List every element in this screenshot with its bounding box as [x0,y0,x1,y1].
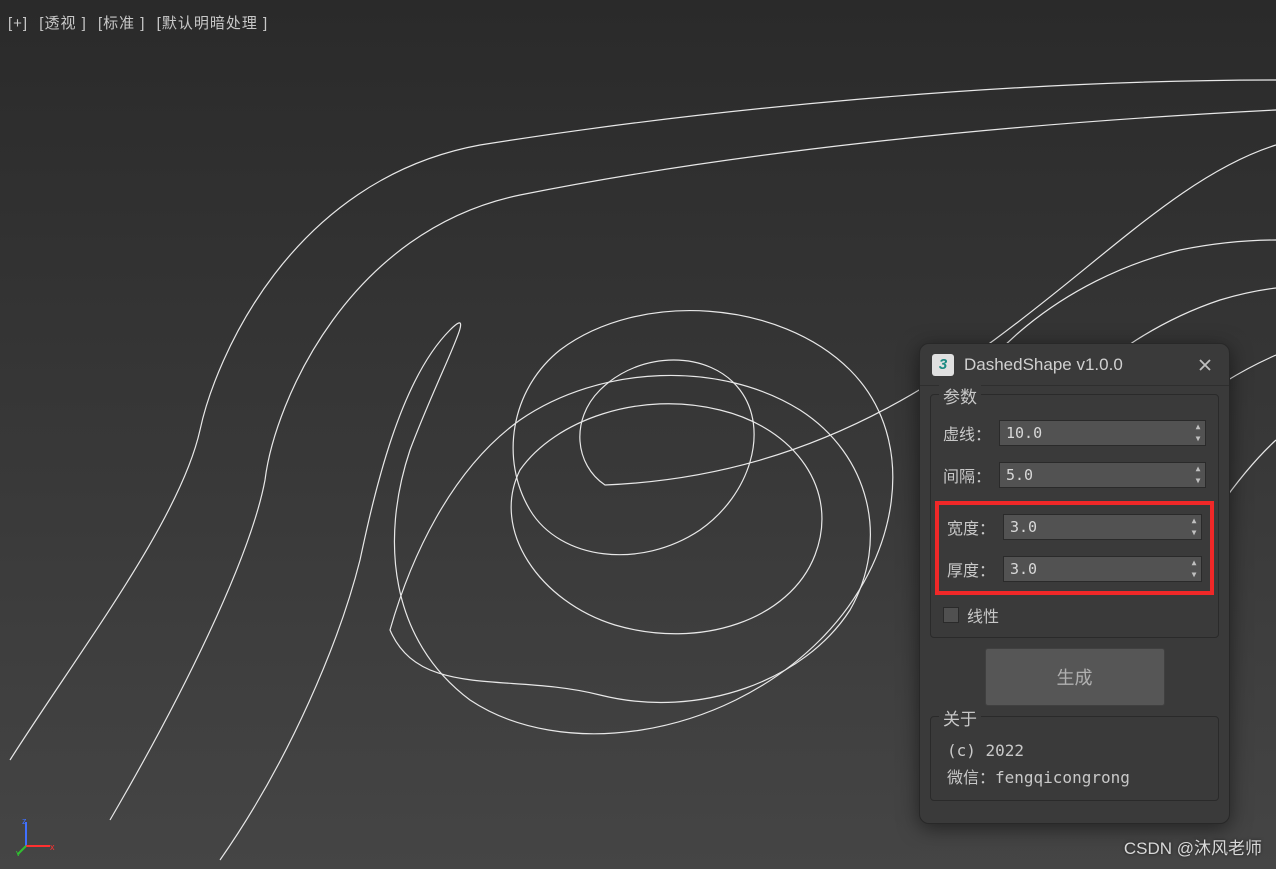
param-row-gap: 间隔： 5.0 ▲ ▼ [943,459,1206,491]
watermark: CSDN @沐风老师 [1124,834,1262,859]
gap-spinner-down[interactable]: ▼ [1191,475,1205,487]
width-spinner[interactable]: 3.0 ▲ ▼ [1003,514,1202,540]
width-spinner-up[interactable]: ▲ [1187,515,1201,527]
params-group: 参数 虚线： 10.0 ▲ ▼ 间隔： 5.0 ▲ ▼ [930,394,1219,638]
close-button[interactable] [1193,353,1217,377]
dialog-titlebar[interactable]: 3 DashedShape v1.0.0 [920,344,1229,386]
thickness-spinner-down[interactable]: ▼ [1187,569,1201,581]
dash-label: 虚线： [943,421,999,445]
dashedshape-dialog: 3 DashedShape v1.0.0 参数 虚线： 10.0 ▲ ▼ 间隔： [919,343,1230,824]
highlight-box: 宽度： 3.0 ▲ ▼ 厚度： 3.0 ▲ [935,501,1214,595]
thickness-spinner-up[interactable]: ▲ [1187,557,1201,569]
svg-text:z: z [22,816,27,826]
thickness-value[interactable]: 3.0 [1004,560,1187,578]
generate-button[interactable]: 生成 [985,648,1165,706]
linear-checkbox[interactable] [943,607,959,623]
dash-spinner-down[interactable]: ▼ [1191,433,1205,445]
svg-text:x: x [50,842,55,852]
app-icon: 3 [932,354,954,376]
about-copyright: (c) 2022 [943,739,1206,762]
linear-checkbox-row[interactable]: 线性 [943,603,1206,627]
viewport-maximize-toggle[interactable]: [+] [8,15,28,32]
param-row-thickness: 厚度： 3.0 ▲ ▼ [947,553,1202,585]
params-group-label: 参数 [939,383,981,408]
width-value[interactable]: 3.0 [1004,518,1187,536]
param-row-width: 宽度： 3.0 ▲ ▼ [947,511,1202,543]
dash-spinner-up[interactable]: ▲ [1191,421,1205,433]
dash-spinner[interactable]: 10.0 ▲ ▼ [999,420,1206,446]
thickness-label: 厚度： [947,557,1003,581]
width-spinner-down[interactable]: ▼ [1187,527,1201,539]
dash-value[interactable]: 10.0 [1000,424,1191,442]
close-icon [1198,358,1212,372]
viewport-view-menu[interactable]: [透视 ] [39,15,87,32]
viewport-lighting-menu[interactable]: [默认明暗处理 ] [157,15,269,32]
viewport-labels: [+] [透视 ] [标准 ] [默认明暗处理 ] [8,12,274,33]
about-wechat: 微信：fengqicongrong [943,762,1206,790]
linear-label: 线性 [967,603,999,627]
gap-value[interactable]: 5.0 [1000,466,1191,484]
axis-gizmo: z x y [16,816,56,856]
gap-spinner-up[interactable]: ▲ [1191,463,1205,475]
viewport-shading-menu[interactable]: [标准 ] [98,15,146,32]
width-label: 宽度： [947,515,1003,539]
param-row-dash: 虚线： 10.0 ▲ ▼ [943,417,1206,449]
svg-text:y: y [16,848,21,856]
gap-label: 间隔： [943,463,999,487]
thickness-spinner[interactable]: 3.0 ▲ ▼ [1003,556,1202,582]
gap-spinner[interactable]: 5.0 ▲ ▼ [999,462,1206,488]
about-group-label: 关于 [939,705,981,730]
dialog-title: DashedShape v1.0.0 [964,355,1193,375]
about-group: 关于 (c) 2022 微信：fengqicongrong [930,716,1219,801]
